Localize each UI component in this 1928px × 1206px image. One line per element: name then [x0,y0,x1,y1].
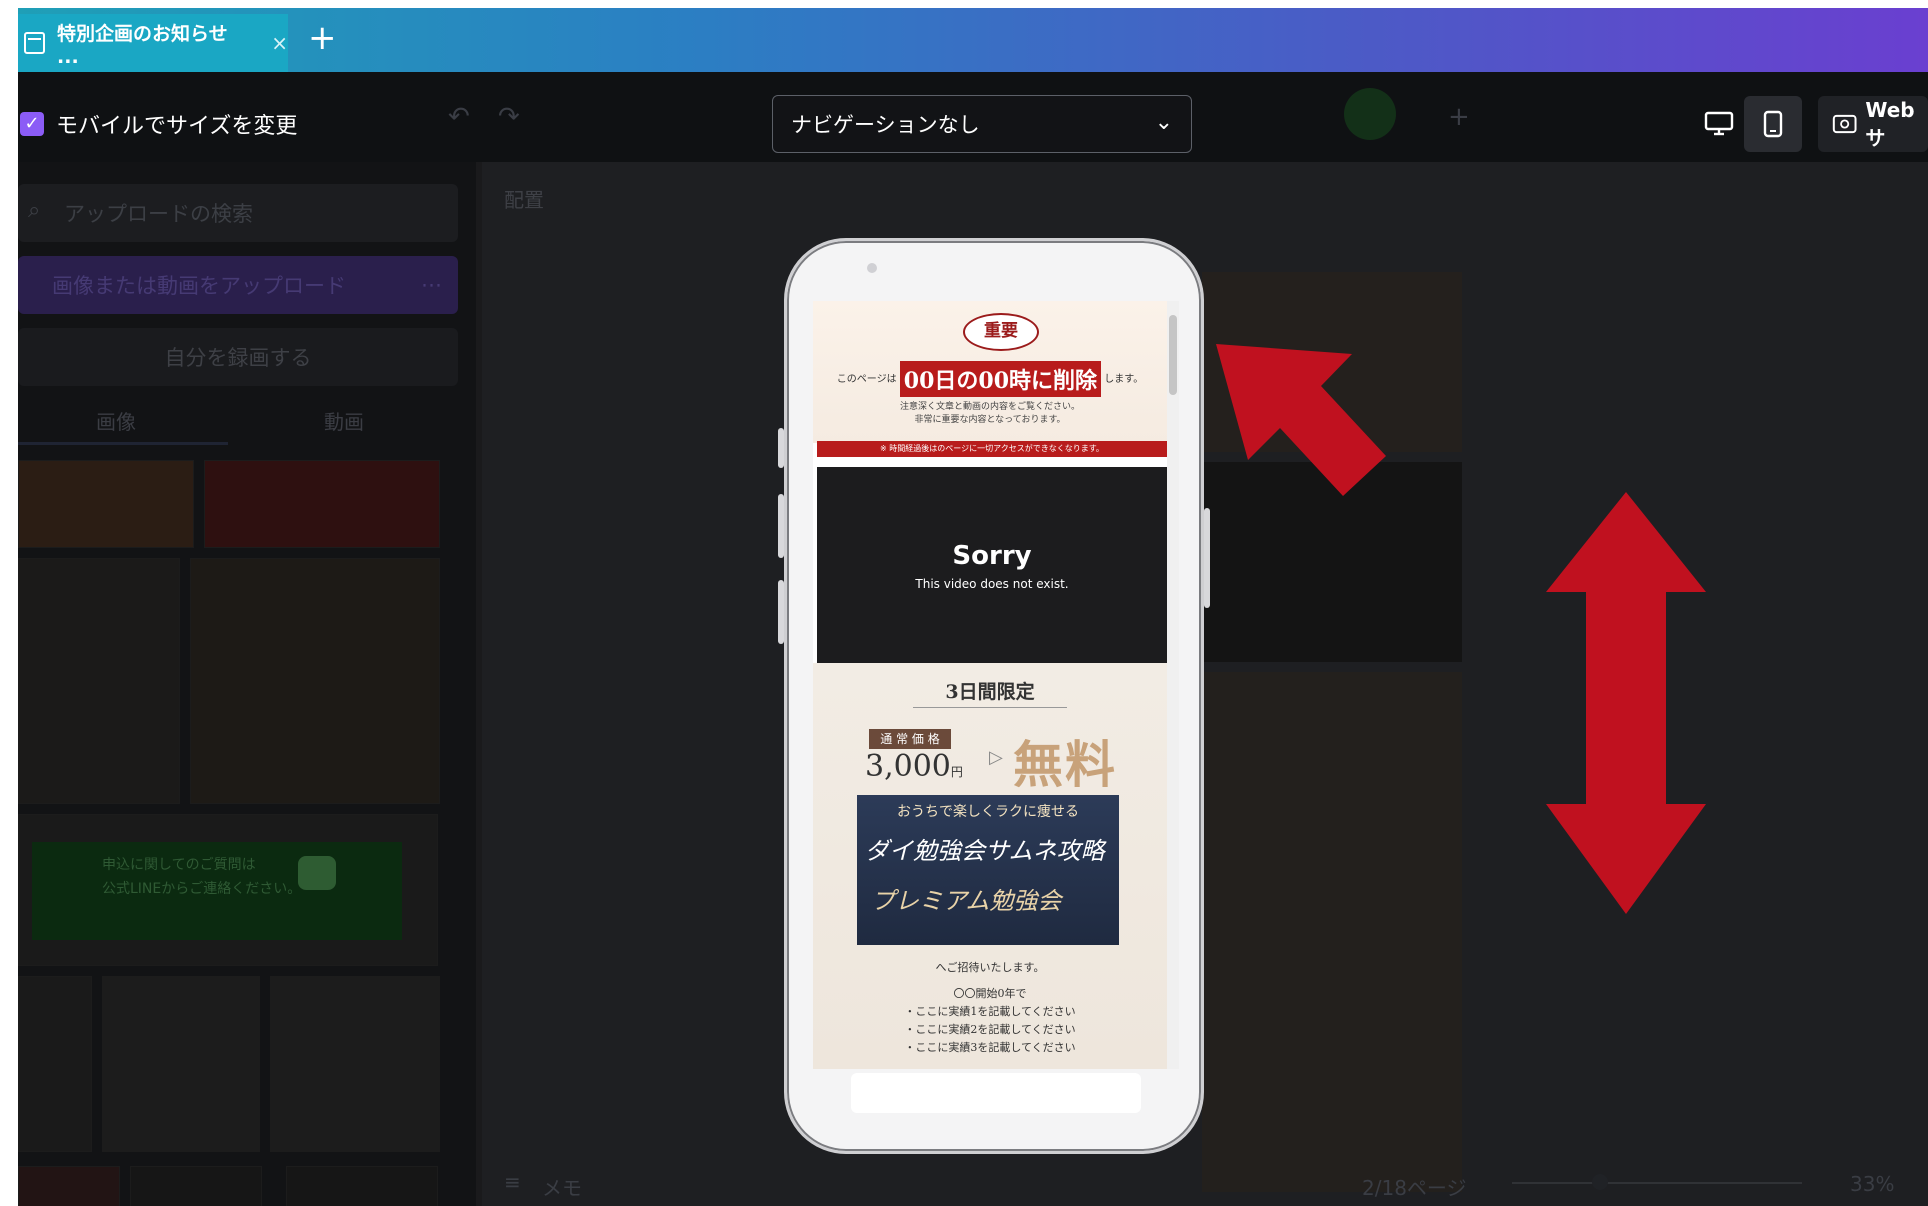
vertical-double-arrow-icon [1546,492,1706,914]
annotation-arrows [1216,344,1706,914]
app-window: 特別企画のお知らせ ... × + ↶ ↷ + ✓ モバイルでサイズを変更 ナビ… [18,8,1928,1206]
diagonal-arrow-icon [1216,344,1386,496]
